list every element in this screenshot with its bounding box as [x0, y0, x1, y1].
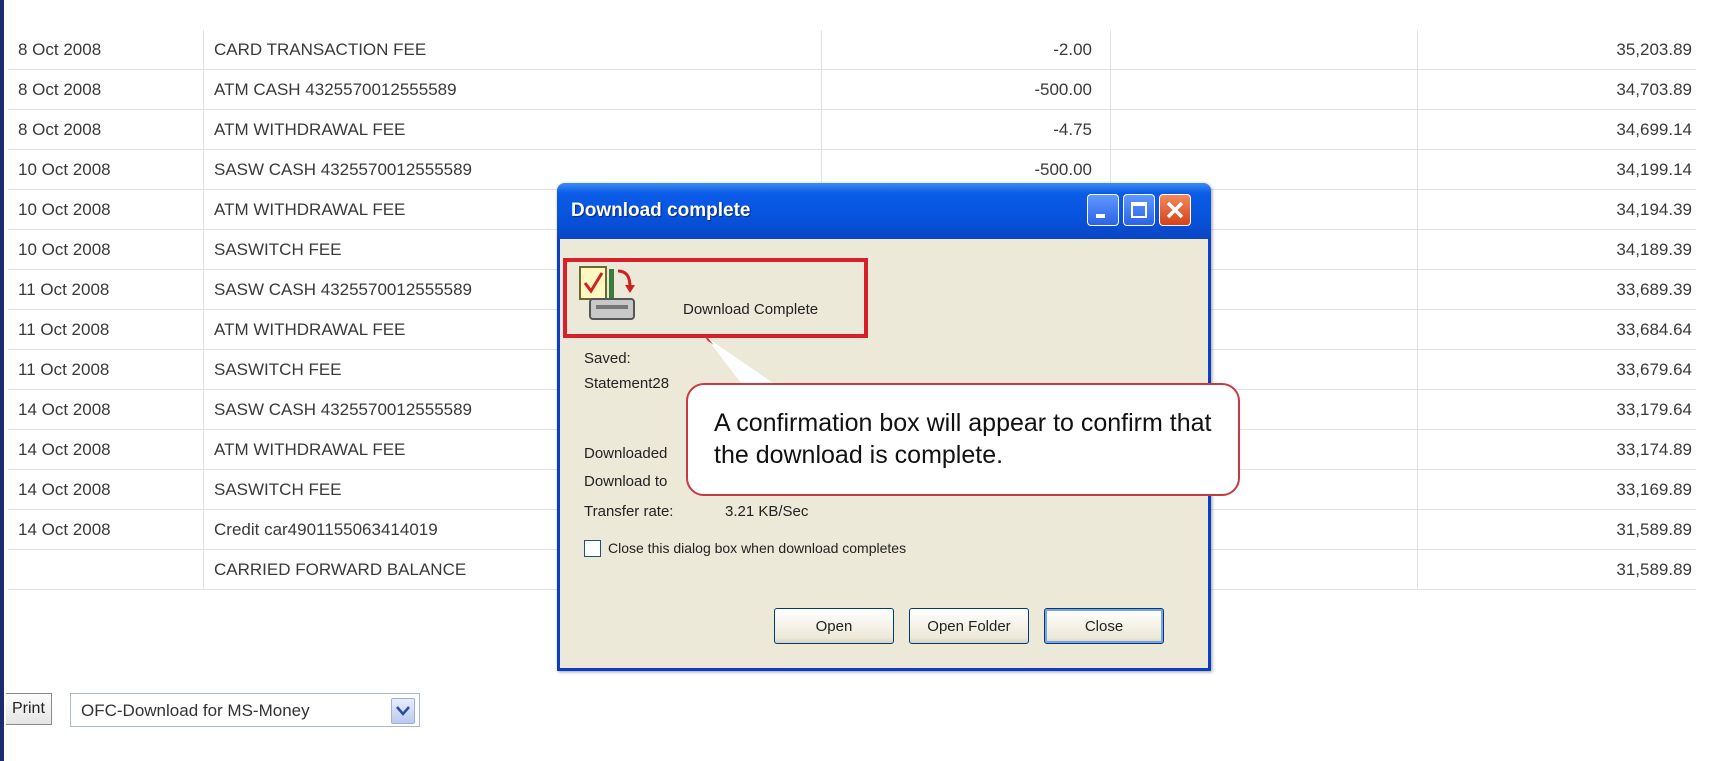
row-balance: 33,179.64: [1417, 389, 1696, 430]
close-when-complete-label: Close this dialog box when download comp…: [608, 540, 907, 556]
row-balance: 33,169.89: [1417, 469, 1696, 510]
row-empty: [1110, 109, 1418, 150]
print-button[interactable]: Print: [6, 693, 52, 725]
row-balance: 33,679.64: [1417, 349, 1696, 390]
dialog-title-bar[interactable]: Download complete: [557, 183, 1211, 239]
row-balance: 33,689.39: [1417, 269, 1696, 310]
row-date: 14 Oct 2008: [8, 469, 204, 510]
row-empty: [1110, 69, 1418, 110]
chevron-down-icon[interactable]: [391, 698, 415, 724]
close-button[interactable]: Close: [1044, 608, 1164, 644]
row-amount: -4.75: [821, 109, 1111, 150]
transfer-rate-label: Transfer rate:: [584, 503, 674, 520]
row-date: 8 Oct 2008: [8, 69, 204, 110]
row-balance: 34,199.14: [1417, 149, 1696, 190]
maximize-icon: [1131, 202, 1147, 218]
row-date: 10 Oct 2008: [8, 229, 204, 270]
download-complete-icon: [576, 265, 644, 330]
row-date: [8, 549, 204, 590]
row-date: 10 Oct 2008: [8, 189, 204, 230]
row-date: 11 Oct 2008: [8, 349, 204, 390]
row-balance: 34,194.39: [1417, 189, 1696, 230]
table-row: 8 Oct 2008 ATM WITHDRAWAL FEE -4.75 34,699.…: [8, 109, 1696, 150]
row-amount: -500.00: [821, 69, 1111, 110]
download-to-label: Download to: [584, 473, 668, 490]
maximize-button[interactable]: [1123, 194, 1155, 226]
close-window-button[interactable]: [1159, 194, 1191, 226]
row-balance: 33,174.89: [1417, 429, 1696, 470]
row-balance: 35,203.89: [1417, 30, 1696, 70]
left-border: [0, 0, 4, 761]
row-balance: 34,703.89: [1417, 69, 1696, 110]
row-date: 14 Oct 2008: [8, 389, 204, 430]
row-balance: 34,699.14: [1417, 109, 1696, 150]
close-icon: [1166, 201, 1184, 219]
row-date: 14 Oct 2008: [8, 429, 204, 470]
minimize-button[interactable]: [1087, 194, 1119, 226]
row-balance: 33,684.64: [1417, 309, 1696, 350]
row-date: 10 Oct 2008: [8, 149, 204, 190]
download-format-select[interactable]: OFC-Download for MS-Money: [70, 693, 420, 727]
row-date: 11 Oct 2008: [8, 309, 204, 350]
row-amount: -2.00: [821, 30, 1111, 70]
dialog-title: Download complete: [571, 200, 751, 221]
row-description: ATM WITHDRAWAL FEE: [203, 109, 822, 150]
row-empty: [1110, 30, 1418, 70]
minimize-icon: [1096, 214, 1105, 218]
table-row: 8 Oct 2008 CARD TRANSACTION FEE -2.00 35,20…: [8, 30, 1696, 70]
row-date: 11 Oct 2008: [8, 269, 204, 310]
close-when-complete-checkbox[interactable]: [584, 540, 601, 557]
row-description: CARD TRANSACTION FEE: [203, 30, 822, 70]
open-button[interactable]: Open: [774, 608, 894, 644]
saved-label: Saved:: [584, 350, 631, 367]
saved-filename: Statement28: [584, 375, 670, 392]
table-row: 8 Oct 2008 ATM CASH 4325570012555589 -500.…: [8, 69, 1696, 110]
callout-text: A confirmation box will appear to confir…: [714, 409, 1212, 469]
row-date: 14 Oct 2008: [8, 509, 204, 550]
open-folder-button[interactable]: Open Folder: [909, 608, 1029, 644]
row-balance: 31,589.89: [1417, 509, 1696, 550]
row-balance: 31,589.89: [1417, 549, 1696, 590]
row-date: 8 Oct 2008: [8, 30, 204, 70]
download-status: Download Complete: [683, 301, 819, 318]
download-format-value: OFC-Download for MS-Money: [81, 701, 310, 720]
tutorial-callout: A confirmation box will appear to confir…: [686, 383, 1240, 496]
row-description: ATM CASH 4325570012555589: [203, 69, 822, 110]
callout-pointer: [705, 336, 776, 387]
row-date: 8 Oct 2008: [8, 109, 204, 150]
transfer-rate-value: 3.21 KB/Sec: [725, 503, 809, 520]
row-balance: 34,189.39: [1417, 229, 1696, 270]
downloaded-label: Downloaded: [584, 445, 668, 462]
